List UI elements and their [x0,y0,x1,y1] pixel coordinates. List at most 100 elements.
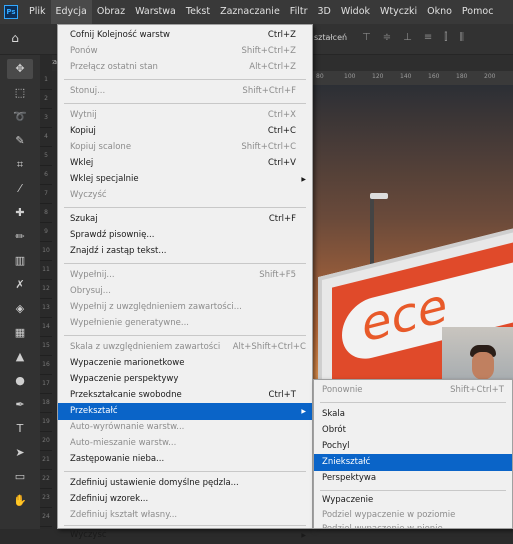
menu-item-undo[interactable]: Cofnij Kolejność warstw Ctrl+Z [58,27,312,44]
submenu-item-skew[interactable]: Pochyl [314,438,512,455]
type-tool-icon[interactable]: T [7,419,33,439]
submenu-item-distort[interactable]: Zniekształć [314,454,512,471]
eyedropper-tool-icon[interactable]: ⁄ [7,179,33,199]
history-cell[interactable]: 15 [40,337,52,356]
align-top-icon[interactable]: ⊤ [362,32,371,43]
menu-select[interactable]: Zaznaczanie [215,0,285,24]
path-select-tool-icon[interactable]: ➤ [7,443,33,463]
menu-item-find-replace[interactable]: Znajdź i zastąp tekst... [58,243,312,260]
menu-item-clear[interactable]: Wyczyść [58,187,312,204]
menu-item-define-custom-shape[interactable]: Zdefiniuj kształt własny... [58,507,312,524]
dodge-tool-icon[interactable]: ● [7,371,33,391]
submenu-item-split-warp-vertical[interactable]: Podziel wypaczenie w pionie [314,521,512,528]
history-cell[interactable]: 18 [40,394,52,413]
menu-view[interactable]: Widok [336,0,375,24]
distribute-icon[interactable]: ⫿ [444,32,447,43]
blur-tool-icon[interactable]: ▲ [7,347,33,367]
history-cell[interactable]: 22 [40,470,52,489]
menu-item-sky-replacement[interactable]: Zastępowanie nieba... [58,451,312,468]
history-cell[interactable]: 21 [40,451,52,470]
menu-filter[interactable]: Filtr [285,0,313,24]
menu-item-fade[interactable]: Stonuj... Shift+Ctrl+F [58,83,312,100]
stamp-tool-icon[interactable]: ▥ [7,251,33,271]
history-cell[interactable]: 2 [40,90,52,109]
align-middle-icon[interactable]: ≑ [383,32,391,43]
align-bottom-icon[interactable]: ⊥ [403,32,412,43]
menu-item-cut[interactable]: Wytnij Ctrl+X [58,107,312,124]
menu-item-fill[interactable]: Wypełnij... Shift+F5 [58,267,312,284]
menu-item-content-aware-scale[interactable]: Skala z uwzględnieniem zawartości Alt+Sh… [58,339,312,356]
menu-window[interactable]: Okno [422,0,457,24]
ruler-tick: 140 [400,73,412,80]
history-cell[interactable]: 20 [40,432,52,451]
distribute-h-icon[interactable]: ⫼ [459,32,464,43]
menu-help[interactable]: Pomoc [457,0,499,24]
history-cell[interactable]: 24 [40,508,52,527]
shape-tool-icon[interactable]: ▭ [7,467,33,487]
menu-item-define-pattern[interactable]: Zdefiniuj wzorek... [58,491,312,508]
history-cell[interactable]: 19 [40,413,52,432]
menu-item-perspective-warp[interactable]: Wypaczenie perspektywy [58,371,312,388]
submenu-item-scale[interactable]: Skala [314,406,512,423]
history-cell[interactable]: 12 [40,280,52,299]
history-cell[interactable]: 14 [40,318,52,337]
gradient-tool-icon[interactable]: ▦ [7,323,33,343]
menu-type[interactable]: Tekst [181,0,215,24]
history-cell[interactable]: 7 [40,185,52,204]
menu-item-copy[interactable]: Kopiuj Ctrl+C [58,123,312,140]
history-cell[interactable]: 17 [40,375,52,394]
history-brush-tool-icon[interactable]: ✗ [7,275,33,295]
move-tool-icon[interactable]: ✥ [7,59,33,79]
menu-item-stroke[interactable]: Obrysuj... [58,283,312,300]
history-cell[interactable]: 13 [40,299,52,318]
history-cell[interactable]: 4 [40,128,52,147]
history-cell[interactable]: 23 [40,489,52,508]
eraser-tool-icon[interactable]: ◈ [7,299,33,319]
marquee-tool-icon[interactable]: ⬚ [7,83,33,103]
history-cell[interactable]: 1 [40,71,52,90]
history-cell[interactable]: 3 [40,109,52,128]
history-cell[interactable]: 5 [40,147,52,166]
menu-item-content-aware-fill[interactable]: Wypełnij z uwzględnieniem zawartości... [58,299,312,316]
history-cell[interactable]: 10 [40,242,52,261]
brush-tool-icon[interactable]: ✏ [7,227,33,247]
home-icon[interactable]: ⌂ [8,31,22,45]
history-cell[interactable]: 6 [40,166,52,185]
menu-item-redo[interactable]: Ponów Shift+Ctrl+Z [58,43,312,60]
menu-plugins[interactable]: Wtyczki [375,0,422,24]
menu-item-search[interactable]: Szukaj Ctrl+F [58,211,312,228]
menu-item-paste[interactable]: Wklej Ctrl+V [58,155,312,172]
hand-tool-icon[interactable]: ✋ [7,491,33,511]
menu-item-paste-special[interactable]: Wklej specjalnie ▶ [58,171,312,188]
menu-item-auto-blend-layers[interactable]: Auto-mieszanie warstw... [58,435,312,452]
photoshop-logo[interactable]: Ps [4,5,18,19]
menu-layer[interactable]: Warstwa [130,0,181,24]
healing-tool-icon[interactable]: ✚ [7,203,33,223]
horizontal-ruler[interactable]: 80 100 120 140 160 180 200 [310,71,513,86]
menu-image[interactable]: Obraz [92,0,130,24]
menu-edit[interactable]: Edycja [50,0,92,24]
submenu-item-perspective[interactable]: Perspektywa [314,470,512,487]
menu-item-free-transform[interactable]: Przekształcanie swobodne Ctrl+T [58,387,312,404]
quick-select-tool-icon[interactable]: ✎ [7,131,33,151]
menu-item-puppet-warp[interactable]: Wypaczenie marionetkowe [58,355,312,372]
submenu-item-again[interactable]: Ponownie Shift+Ctrl+T [314,382,512,399]
history-cell[interactable]: 8 [40,204,52,223]
history-cell[interactable]: 16 [40,356,52,375]
crop-tool-icon[interactable]: ⌗ [7,155,33,175]
menu-3d[interactable]: 3D [312,0,335,24]
menu-item-generative-fill[interactable]: Wypełnienie generatywne... [58,315,312,332]
menu-item-copy-merged[interactable]: Kopiuj scalone Shift+Ctrl+C [58,139,312,156]
history-cell[interactable]: 11 [40,261,52,280]
history-cell[interactable]: 9 [40,223,52,242]
submenu-item-rotate[interactable]: Obrót [314,422,512,439]
menu-item-define-brush[interactable]: Zdefiniuj ustawienie domyślne pędzla... [58,475,312,492]
menu-item-toggle-last-state[interactable]: Przełącz ostatni stan Alt+Ctrl+Z [58,59,312,76]
menu-item-transform[interactable]: Przekształć ▶ [58,403,312,420]
pen-tool-icon[interactable]: ✒ [7,395,33,415]
menu-item-check-spelling[interactable]: Sprawdź pisownię... [58,227,312,244]
menu-item-auto-align-layers[interactable]: Auto-wyrównanie warstw... [58,419,312,436]
menu-file[interactable]: Plik [24,0,51,24]
align-center-icon[interactable]: ≡ [424,32,432,43]
lasso-tool-icon[interactable]: ➰ [7,107,33,127]
